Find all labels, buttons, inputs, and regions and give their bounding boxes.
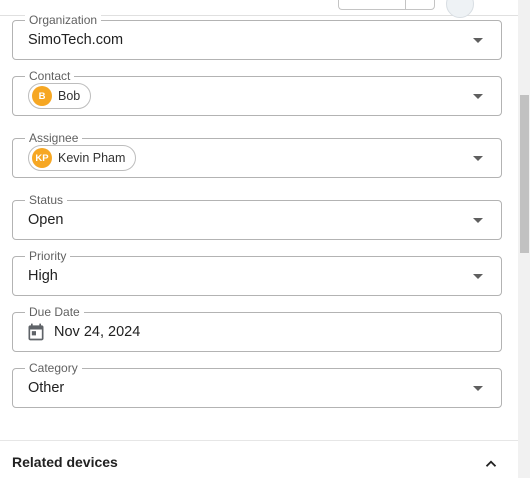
assignee-label: Assignee bbox=[25, 131, 83, 145]
assignee-chip[interactable]: KP Kevin Pham bbox=[28, 145, 137, 171]
related-devices-title[interactable]: Related devices bbox=[12, 454, 118, 470]
organization-select[interactable]: Organization SimoTech.com bbox=[12, 13, 502, 60]
calendar-icon[interactable] bbox=[26, 322, 46, 342]
status-value: Open bbox=[28, 212, 64, 228]
arrow-drop-down-icon[interactable] bbox=[473, 94, 483, 99]
arrow-drop-down-icon[interactable] bbox=[473, 274, 483, 279]
status-select[interactable]: Status Open bbox=[12, 193, 502, 240]
section-divider bbox=[0, 440, 518, 441]
category-value: Other bbox=[28, 380, 65, 396]
organization-value: SimoTech.com bbox=[28, 32, 124, 48]
due-date-value: Nov 24, 2024 bbox=[54, 324, 141, 340]
contact-label: Contact bbox=[25, 69, 75, 83]
assignee-avatar: KP bbox=[32, 148, 52, 168]
user-avatar[interactable] bbox=[446, 0, 474, 18]
contact-select[interactable]: Contact B Bob bbox=[12, 69, 502, 116]
toolbar-button[interactable] bbox=[338, 0, 406, 10]
priority-value: High bbox=[28, 268, 58, 284]
chevron-up-icon[interactable] bbox=[482, 455, 500, 473]
arrow-drop-down-icon[interactable] bbox=[473, 38, 483, 43]
contact-chip[interactable]: B Bob bbox=[28, 83, 92, 109]
toolbar-dropdown-button[interactable] bbox=[405, 0, 435, 10]
assignee-chip-name: Kevin Pham bbox=[58, 151, 126, 165]
due-date-field[interactable]: Due Date Nov 24, 2024 bbox=[12, 305, 502, 352]
category-select[interactable]: Category Other bbox=[12, 361, 502, 408]
arrow-drop-down-icon[interactable] bbox=[473, 386, 483, 391]
contact-avatar: B bbox=[32, 86, 52, 106]
assignee-select[interactable]: Assignee KP Kevin Pham bbox=[12, 131, 502, 178]
priority-select[interactable]: Priority High bbox=[12, 249, 502, 296]
arrow-drop-down-icon[interactable] bbox=[473, 156, 483, 161]
scrollbar-thumb[interactable] bbox=[520, 95, 529, 253]
arrow-drop-down-icon[interactable] bbox=[473, 218, 483, 223]
contact-chip-name: Bob bbox=[58, 89, 81, 103]
